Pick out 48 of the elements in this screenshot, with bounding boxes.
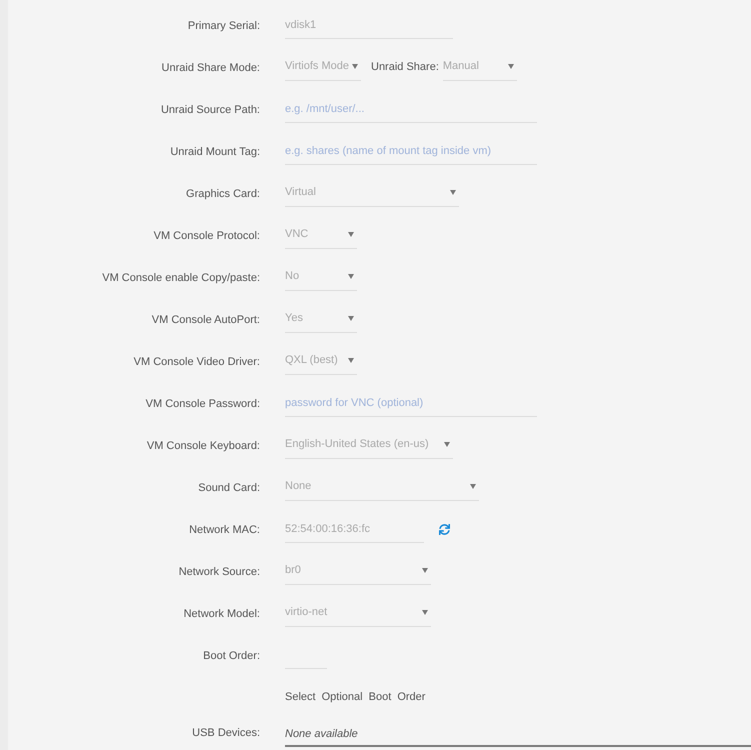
dropdown[interactable]: Yes [285,305,357,333]
dropdown[interactable]: QXL (best) [285,347,357,375]
text-field[interactable]: 52:54:00:16:36:fc [285,515,424,543]
text-field[interactable]: vdisk1 [285,11,453,39]
usb-devices-field: None available [285,725,751,747]
field-label: VM Console Password: [146,398,260,410]
field-label: VM Console enable Copy/paste: [102,272,260,284]
dropdown[interactable]: None [285,473,479,501]
refresh-icon[interactable] [439,524,450,534]
text-field[interactable]: password for VNC (optional) [285,389,537,417]
dropdown[interactable]: No [285,263,357,291]
field-label: Graphics Card: [186,188,260,200]
caret-icon [450,190,456,195]
dropdown[interactable]: Virtual [285,179,459,207]
field-label: Unraid Share Mode: [162,62,260,74]
caret-icon [352,64,358,69]
caret-icon [348,316,354,321]
field-label: Unraid Mount Tag: [170,146,260,158]
field-label: Primary Serial: [188,20,260,32]
caret-icon [348,232,354,237]
dropdown[interactable]: Manual [442,53,517,81]
field-label: Boot Order: [203,650,260,662]
field-label: Unraid Share: [371,60,439,75]
dropdown[interactable]: English-United States (en-us) [285,431,453,459]
caret-icon [508,64,514,69]
caret-icon [444,442,450,447]
boot-order-hint: Select Optional Boot Order [285,690,426,705]
dropdown[interactable]: Virtiofs Mode [285,53,361,81]
caret-icon [348,358,354,363]
dropdown[interactable]: VNC [285,221,357,249]
text-field[interactable]: e.g. shares (name of mount tag inside vm) [285,137,537,165]
field-label: Network Model: [184,608,260,620]
field-label: Unraid Source Path: [160,104,260,116]
caret-icon [422,610,428,615]
field-label: VM Console Protocol: [154,230,260,242]
field-label: VM Console AutoPort: [152,314,260,326]
field-label: VM Console Video Driver: [134,356,260,368]
field-label: USB Devices: [192,727,260,739]
caret-icon [422,568,428,573]
field-label: Network MAC: [189,524,260,536]
dropdown[interactable]: br0 [285,557,431,585]
caret-icon [470,484,476,489]
field-label: VM Console Keyboard: [146,440,260,452]
text-field[interactable]: e.g. /mnt/user/... [285,95,537,123]
caret-icon [348,274,354,279]
field-label: Sound Card: [198,482,260,494]
field-label: Network Source: [178,566,260,578]
dropdown[interactable]: virtio-net [285,599,431,627]
